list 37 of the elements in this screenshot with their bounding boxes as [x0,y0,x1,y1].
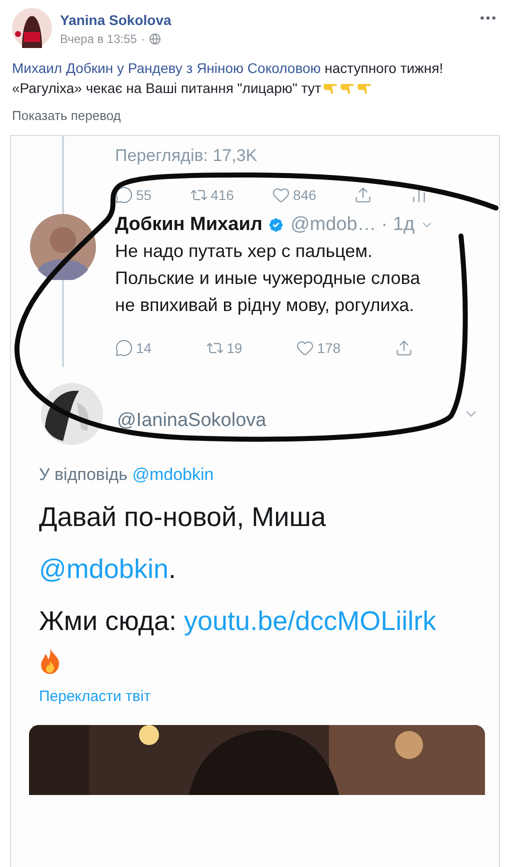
pointing-hand-icon [357,81,372,95]
tweet-time: · 1д [381,214,415,236]
handle[interactable]: @IaninaSokolova [117,396,449,432]
action-count: 416 [210,187,234,203]
post-text: Михаил Добкин у Рандеву з Яніною Соколовою наступного тижня! [12,59,444,78]
heart-icon[interactable] [296,339,314,357]
pointing-hand-icon [340,81,356,95]
action-count: 55 [136,187,152,203]
post-text: «Рагуліха» чекає на Ваші питання "лицарю" тут [12,78,498,98]
action-count: 846 [292,187,316,203]
translate-tweet-link[interactable]: Перекласти твіт [39,688,151,705]
post-time[interactable]: Вчера в 13:55 [60,32,137,46]
reply-to-text: У відповідь @mdobkin [39,465,215,485]
tweet-text: Не надо путать хер с пальцем. Польские и иные чужеродные слова не впихивай в рідну мову, рогулиха. [115,240,422,317]
author-name[interactable]: Добкин Михаил [115,214,262,236]
reply-icon[interactable] [115,186,133,204]
link[interactable]: @mdobkin [39,554,168,584]
link[interactable]: Михаил Добкин у Рандеву з Яніною Соколовою [12,60,321,76]
handle[interactable]: @mdob… [290,214,376,236]
action-count: 178 [317,340,341,356]
views-count: Переглядів: 17,3K [115,145,258,166]
pointing-hand-icon [323,81,338,95]
share-icon[interactable] [394,339,413,357]
tweet-text: Давай по-новой, Миша [39,501,327,534]
tweet-text: Жми сюда: youtu.be/dccMOLiilrk [39,605,438,638]
share-icon[interactable] [354,186,372,204]
link[interactable]: youtu.be/dccMOLiilrk [184,606,436,636]
show-translation-link[interactable]: Показать перевод [12,108,121,123]
separator: · [140,32,145,46]
action-count: 14 [136,340,152,356]
tweet-text: @mdobkin. [39,553,177,586]
globe-icon [148,33,161,45]
heart-icon[interactable] [272,186,290,204]
action-count: 19 [226,340,242,356]
author-name[interactable]: Yanina Sokolova [60,12,470,28]
fire-icon [39,647,61,675]
link[interactable]: @mdobkin [132,465,214,484]
